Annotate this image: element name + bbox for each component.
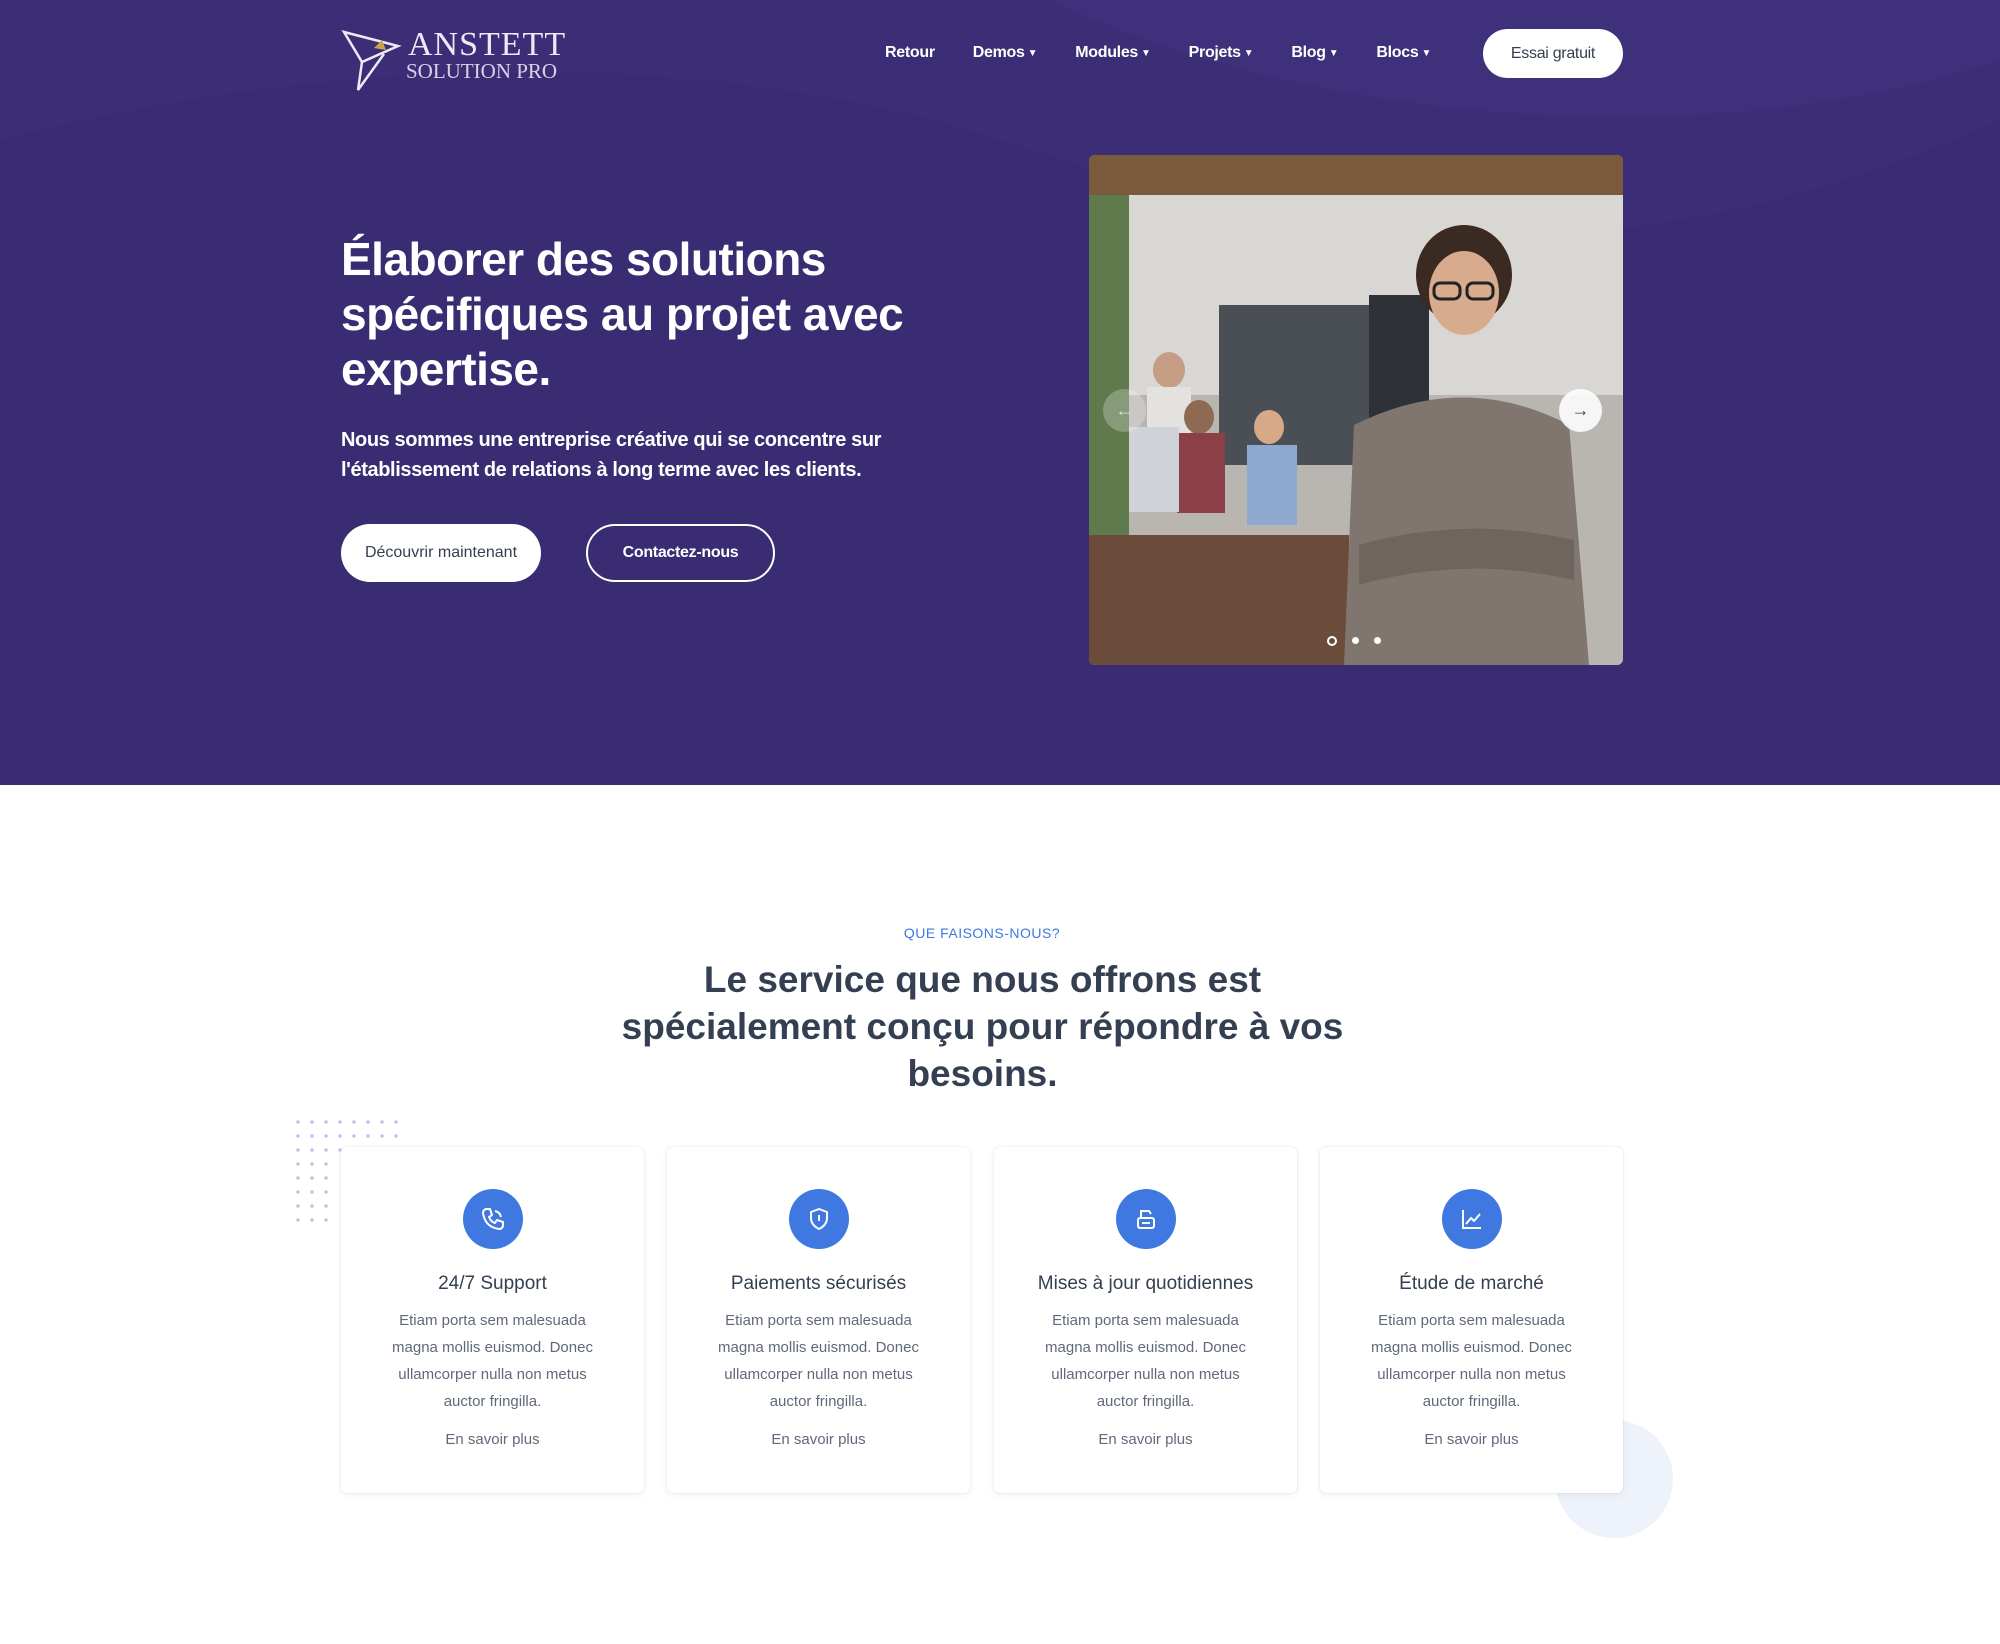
hero-title: Élaborer des solutions spécifiques au pr… <box>341 233 904 395</box>
contact-us-button[interactable]: Contactez-nous <box>586 524 775 582</box>
carousel-pagination <box>1327 636 1396 646</box>
chevron-down-icon: ▼ <box>1141 47 1151 59</box>
nav-item-blocs[interactable]: Blocs ▼ <box>1376 44 1431 62</box>
card-title: Étude de marché <box>1399 1273 1544 1294</box>
arrow-left-icon: ← <box>1115 400 1134 420</box>
section-title: Le service que nous offrons est spéciale… <box>621 959 1344 1094</box>
service-card-support: 24/7 Support Etiam porta sem malesuada m… <box>341 1147 644 1493</box>
chevron-down-icon: ▼ <box>1421 47 1432 59</box>
section-eyebrow: QUE FAISONS-NOUS? <box>903 925 1061 941</box>
carousel-dot[interactable] <box>1374 637 1381 644</box>
learn-more-link[interactable]: En savoir plus <box>1320 1427 1623 1493</box>
nav-item-label: Projets <box>1188 44 1241 61</box>
carousel-prev-button[interactable]: ← <box>1103 389 1146 432</box>
brand-subtitle: SOLUTION PRO <box>406 59 558 83</box>
main-nav: Retour Demos ▼ Modules ▼ Projets ▼ Blog ▼ Bl… <box>885 38 1469 68</box>
chart-icon <box>1441 1189 1502 1249</box>
learn-more-link[interactable]: En savoir plus <box>341 1427 644 1493</box>
service-card-market-study: Étude de marché Etiam porta sem malesuad… <box>1320 1147 1623 1493</box>
discover-now-button[interactable]: Découvrir maintenant <box>341 524 541 582</box>
card-text: Etiam porta sem malesuada magna mollis e… <box>1045 1312 1246 1410</box>
phone-icon <box>462 1189 523 1249</box>
nav-item-modules[interactable]: Modules ▼ <box>1075 44 1151 62</box>
nav-item-label: Retour <box>885 44 935 61</box>
card-text: Etiam porta sem malesuada magna mollis e… <box>1371 1312 1572 1410</box>
card-text: Etiam porta sem malesuada magna mollis e… <box>718 1312 919 1410</box>
nav-item-projets[interactable]: Projets ▼ <box>1189 44 1254 62</box>
free-trial-button[interactable]: Essai gratuit <box>1483 29 1623 78</box>
service-card-payments: Paiements sécurisés Etiam porta sem male… <box>667 1147 970 1493</box>
arrow-right-icon: → <box>1571 400 1590 420</box>
nav-item-label: Blocs <box>1376 44 1419 61</box>
chevron-down-icon: ▼ <box>1243 47 1254 59</box>
carousel-dot[interactable] <box>1352 637 1359 644</box>
hero-background-waves <box>0 0 2000 236</box>
nav-item-label: Modules <box>1075 44 1139 61</box>
brand-logo[interactable]: ANSTETT SOLUTION PRO <box>340 28 600 92</box>
nav-item-retour[interactable]: Retour <box>885 44 935 62</box>
hero-image-carousel[interactable]: ← → <box>1089 155 1623 665</box>
nav-item-label: Blog <box>1291 44 1326 61</box>
brand-name: ANSTETT <box>408 26 567 63</box>
carousel-dot-active[interactable] <box>1327 636 1337 646</box>
nav-item-demos[interactable]: Demos ▼ <box>972 44 1038 62</box>
card-title: 24/7 Support <box>438 1273 547 1294</box>
card-title: Paiements sécurisés <box>730 1273 907 1294</box>
office-photo <box>1089 155 1623 665</box>
chevron-down-icon: ▼ <box>1328 47 1339 59</box>
card-text: Etiam porta sem malesuada magna mollis e… <box>392 1312 593 1410</box>
bird-logo-icon <box>341 30 402 91</box>
service-card-updates: Mises à jour quotidiennes Etiam porta se… <box>994 1147 1297 1493</box>
carousel-next-button[interactable]: → <box>1559 389 1602 432</box>
chevron-down-icon: ▼ <box>1027 47 1038 59</box>
card-title: Mises à jour quotidiennes <box>1037 1273 1254 1294</box>
update-icon <box>1115 1189 1176 1249</box>
shield-icon <box>788 1189 849 1249</box>
hero-section: ANSTETT SOLUTION PRO Retour Demos ▼ Modul… <box>0 0 2000 785</box>
nav-item-blog[interactable]: Blog ▼ <box>1291 44 1338 62</box>
hero-description: Nous sommes une entreprise créative qui … <box>341 429 882 481</box>
learn-more-link[interactable]: En savoir plus <box>994 1427 1297 1493</box>
learn-more-link[interactable]: En savoir plus <box>667 1427 970 1493</box>
nav-item-label: Demos <box>972 44 1025 61</box>
